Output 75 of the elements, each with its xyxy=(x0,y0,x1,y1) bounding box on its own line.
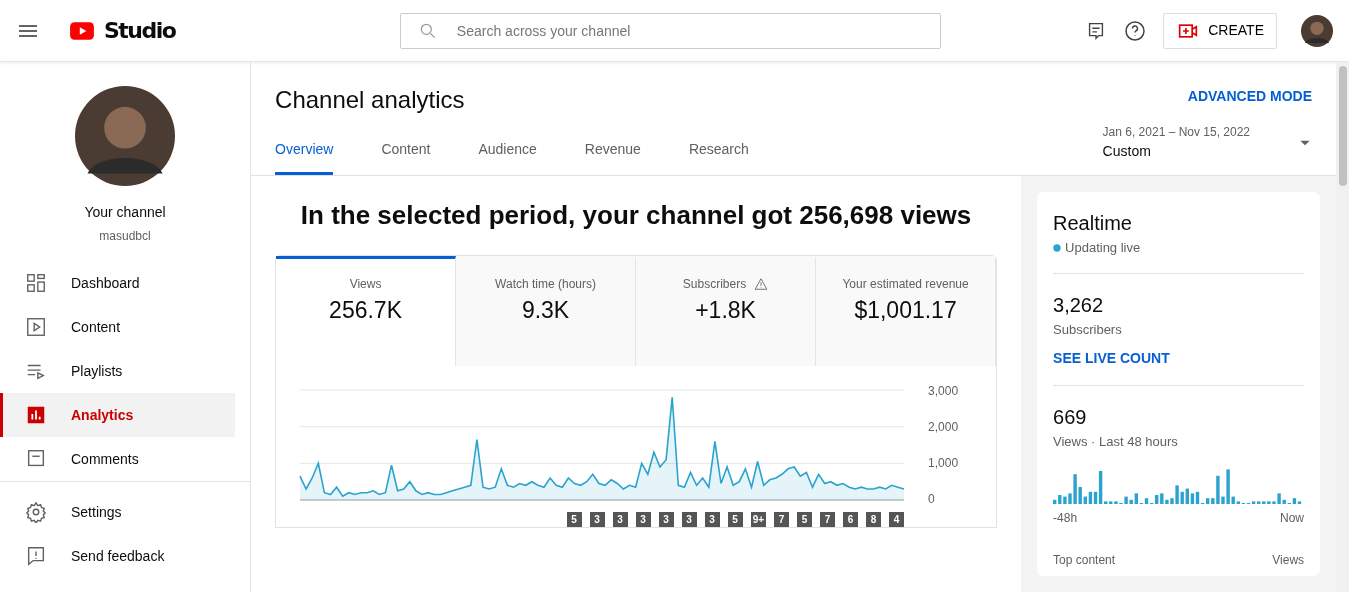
create-button[interactable]: CREATE xyxy=(1163,12,1277,49)
video-marker[interactable]: 7 xyxy=(820,512,836,527)
sidebar-item[interactable]: Dashboard xyxy=(0,261,235,305)
live-count-link[interactable]: SEE LIVE COUNT xyxy=(1053,347,1170,369)
feedback-icon xyxy=(25,545,47,567)
tab[interactable]: Research xyxy=(688,138,749,175)
logo-text: Studio xyxy=(104,17,176,45)
metric-label: Subscribers xyxy=(682,276,747,293)
metric-tab[interactable]: Watch time (hours) 9.3K xyxy=(456,256,637,366)
video-marker[interactable]: 4 xyxy=(889,512,905,527)
axis-label: -48h xyxy=(1053,510,1078,528)
settings-icon xyxy=(25,501,47,523)
play-icon xyxy=(25,316,47,338)
subscriber-count: 3,262 xyxy=(1053,293,1105,319)
channel-title: Your channel xyxy=(84,203,166,222)
metric-tab[interactable]: Subscribers +1.8K xyxy=(636,256,817,366)
video-marker[interactable]: 3 xyxy=(612,512,628,527)
video-marker[interactable]: 5 xyxy=(566,512,582,527)
date-preset: Custom xyxy=(1102,142,1152,161)
metric-value: +1.8K xyxy=(695,296,756,325)
tab[interactable]: Revenue xyxy=(584,138,641,175)
bar-chart-icon xyxy=(25,404,47,426)
metric-tab[interactable]: Views 256.7K xyxy=(276,256,457,366)
tab[interactable]: Audience xyxy=(478,138,537,175)
channel-handle: masudbcl xyxy=(99,228,151,245)
metric-value: 256.7K xyxy=(329,296,402,325)
scrollbar-thumb[interactable] xyxy=(1338,66,1347,186)
metric-value: $1,001.17 xyxy=(854,296,957,325)
live-dot-icon xyxy=(1053,243,1062,252)
video-marker[interactable]: 3 xyxy=(635,512,651,527)
axis-label: Now xyxy=(1280,510,1305,528)
video-marker[interactable]: 5 xyxy=(797,512,813,527)
avatar[interactable] xyxy=(1301,14,1333,47)
video-marker[interactable]: 3 xyxy=(704,512,720,527)
video-marker[interactable]: 3 xyxy=(658,512,674,527)
sidebar-item[interactable]: Content xyxy=(0,305,235,349)
headline: In the selected period, your channel got 256,698 views xyxy=(299,199,973,231)
axis-tick-label: 0 xyxy=(928,491,936,508)
views-count: 669 xyxy=(1053,404,1088,430)
axis-tick-label: 2,000 xyxy=(928,419,959,436)
sidebar-item[interactable]: Comments xyxy=(0,437,235,481)
channel-avatar[interactable] xyxy=(75,86,175,186)
metric-label: Watch time (hours) xyxy=(495,276,596,293)
axis-tick-label: 1,000 xyxy=(928,455,959,472)
advanced-mode-link[interactable]: ADVANCED MODE xyxy=(1187,86,1313,107)
metric-label: Views xyxy=(349,276,382,293)
video-marker[interactable]: 9+ xyxy=(750,512,767,527)
sidebar-item[interactable]: Send feedback xyxy=(0,534,235,578)
sidebar-item[interactable]: Playlists xyxy=(0,349,235,393)
page-title: Channel analytics xyxy=(275,86,466,115)
help-icon[interactable] xyxy=(1123,18,1148,43)
metric-value: 9.3K xyxy=(521,296,570,325)
tab[interactable]: Overview xyxy=(275,138,334,175)
date-range-dropdown[interactable]: Jan 6, 2021 – Nov 15, 2022 Custom xyxy=(1102,123,1313,162)
grid-icon xyxy=(25,272,47,294)
realtime-title: Realtime xyxy=(1053,210,1133,236)
date-range: Jan 6, 2021 – Nov 15, 2022 xyxy=(1102,124,1251,141)
video-marker[interactable]: 8 xyxy=(866,512,882,527)
video-marker[interactable]: 5 xyxy=(727,512,743,527)
video-marker[interactable]: 3 xyxy=(589,512,605,527)
column-header: Views xyxy=(1272,552,1305,570)
video-marker[interactable]: 3 xyxy=(681,512,697,527)
search-field[interactable]: Search across your channel xyxy=(399,12,941,49)
live-status: Updating live xyxy=(1065,238,1141,257)
video-marker[interactable]: 6 xyxy=(843,512,859,527)
column-header: Top content xyxy=(1053,552,1116,570)
metric-label: Your estimated revenue xyxy=(842,276,969,293)
subscriber-label: Subscribers xyxy=(1053,321,1123,340)
video-marker[interactable]: 7 xyxy=(774,512,790,527)
views-label: Views · Last 48 hours xyxy=(1053,432,1179,451)
metric-tab[interactable]: Your estimated revenue $1,001.17 xyxy=(816,256,997,366)
tab[interactable]: Content xyxy=(381,138,431,175)
axis-tick-label: 3,000 xyxy=(928,383,959,400)
sidebar-item[interactable]: Analytics xyxy=(0,393,235,437)
sidebar-item[interactable]: Settings xyxy=(0,490,235,534)
